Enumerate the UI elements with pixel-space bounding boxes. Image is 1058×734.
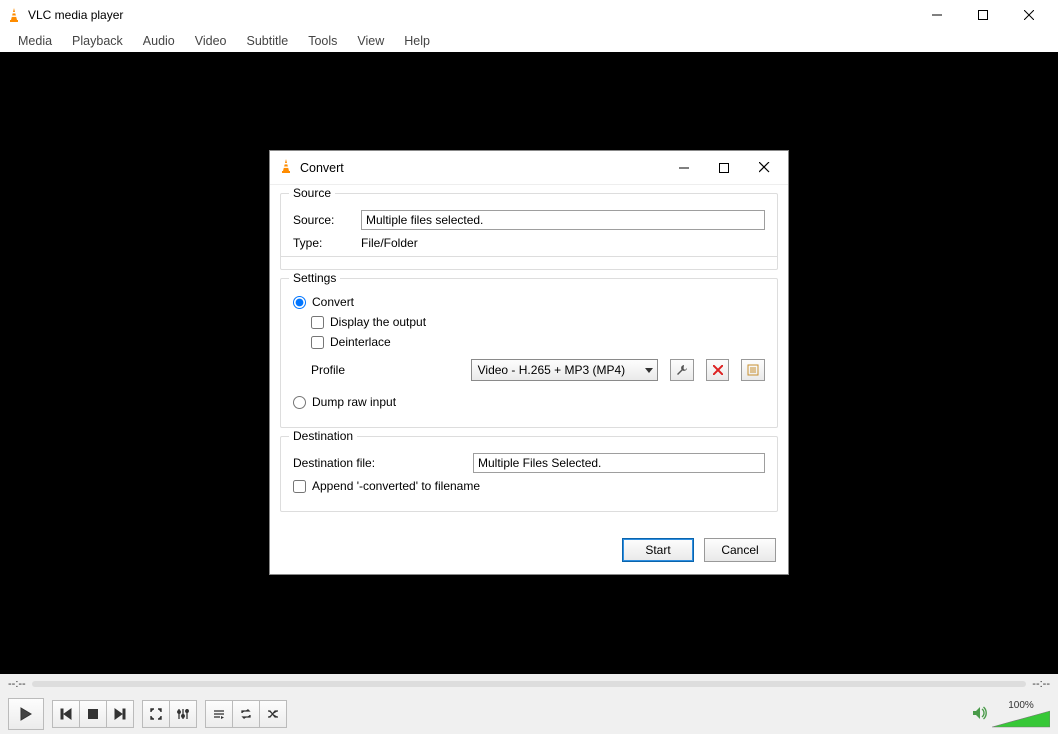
source-input[interactable] <box>361 210 765 230</box>
convert-radio-input[interactable] <box>293 296 306 309</box>
settings-legend: Settings <box>289 271 340 285</box>
menu-help[interactable]: Help <box>394 31 440 51</box>
menu-subtitle[interactable]: Subtitle <box>237 31 299 51</box>
deinterlace-label: Deinterlace <box>330 335 391 349</box>
cancel-button[interactable]: Cancel <box>704 538 776 562</box>
extended-settings-button[interactable] <box>169 700 197 728</box>
chevron-down-icon <box>645 363 653 377</box>
stop-button[interactable] <box>79 700 107 728</box>
dump-raw-radio[interactable]: Dump raw input <box>293 395 765 409</box>
source-legend: Source <box>289 186 335 200</box>
seek-slider[interactable] <box>32 681 1027 687</box>
dialog-maximize-button[interactable] <box>714 158 734 178</box>
main-close-button[interactable] <box>1006 0 1052 30</box>
append-converted-checkbox[interactable]: Append '-converted' to filename <box>293 479 765 493</box>
dump-raw-label: Dump raw input <box>312 395 396 409</box>
volume-slider[interactable] <box>992 709 1050 729</box>
append-converted-label: Append '-converted' to filename <box>312 479 480 493</box>
convert-radio[interactable]: Convert <box>293 295 765 309</box>
settings-group: Settings Convert Display the output Dein… <box>280 278 778 428</box>
delete-profile-button[interactable] <box>706 359 730 381</box>
fullscreen-button[interactable] <box>142 700 170 728</box>
time-elapsed: --:-- <box>8 678 26 690</box>
source-group: Source Source: Type: File/Folder <box>280 193 778 270</box>
main-titlebar: VLC media player <box>0 0 1058 30</box>
bottom-controls: --:-- --:-- 100% <box>0 674 1058 734</box>
shuffle-button[interactable] <box>259 700 287 728</box>
destination-file-label: Destination file: <box>293 456 463 470</box>
main-window-title: VLC media player <box>28 8 123 22</box>
menu-tools[interactable]: Tools <box>298 31 347 51</box>
dialog-close-button[interactable] <box>754 158 774 178</box>
dump-raw-radio-input[interactable] <box>293 396 306 409</box>
menu-view[interactable]: View <box>347 31 394 51</box>
dialog-minimize-button[interactable] <box>674 158 694 178</box>
playlist-button[interactable] <box>205 700 233 728</box>
menu-media[interactable]: Media <box>8 31 62 51</box>
previous-button[interactable] <box>52 700 80 728</box>
dialog-titlebar: Convert <box>270 151 788 185</box>
wrench-icon <box>676 364 688 376</box>
menu-audio[interactable]: Audio <box>133 31 185 51</box>
menubar: Media Playback Audio Video Subtitle Tool… <box>0 30 1058 52</box>
edit-profile-button[interactable] <box>670 359 694 381</box>
delete-x-icon <box>713 365 723 375</box>
profile-select-value: Video - H.265 + MP3 (MP4) <box>478 363 626 377</box>
destination-legend: Destination <box>289 429 357 443</box>
deinterlace-checkbox[interactable]: Deinterlace <box>311 335 765 349</box>
deinterlace-checkbox-input[interactable] <box>311 336 324 349</box>
vlc-cone-icon <box>6 7 22 23</box>
convert-radio-label: Convert <box>312 295 354 309</box>
speaker-icon[interactable] <box>972 705 988 724</box>
type-label: Type: <box>293 236 351 250</box>
main-minimize-button[interactable] <box>914 0 960 30</box>
destination-group: Destination Destination file: Append '-c… <box>280 436 778 512</box>
time-total: --:-- <box>1032 678 1050 690</box>
display-output-checkbox[interactable]: Display the output <box>311 315 765 329</box>
append-converted-checkbox-input[interactable] <box>293 480 306 493</box>
profile-label: Profile <box>311 363 459 377</box>
play-button[interactable] <box>8 698 44 730</box>
vlc-cone-icon <box>278 158 294 177</box>
display-output-label: Display the output <box>330 315 426 329</box>
dialog-title: Convert <box>300 161 344 175</box>
next-button[interactable] <box>106 700 134 728</box>
main-maximize-button[interactable] <box>960 0 1006 30</box>
type-value: File/Folder <box>361 236 418 250</box>
display-output-checkbox-input[interactable] <box>311 316 324 329</box>
menu-playback[interactable]: Playback <box>62 31 133 51</box>
convert-dialog: Convert Source Source: Type: File/Folder… <box>269 150 789 575</box>
new-profile-icon <box>747 364 759 376</box>
new-profile-button[interactable] <box>741 359 765 381</box>
start-button[interactable]: Start <box>622 538 694 562</box>
destination-file-input[interactable] <box>473 453 765 473</box>
loop-button[interactable] <box>232 700 260 728</box>
menu-video[interactable]: Video <box>185 31 237 51</box>
source-label: Source: <box>293 213 351 227</box>
profile-select[interactable]: Video - H.265 + MP3 (MP4) <box>471 359 658 381</box>
